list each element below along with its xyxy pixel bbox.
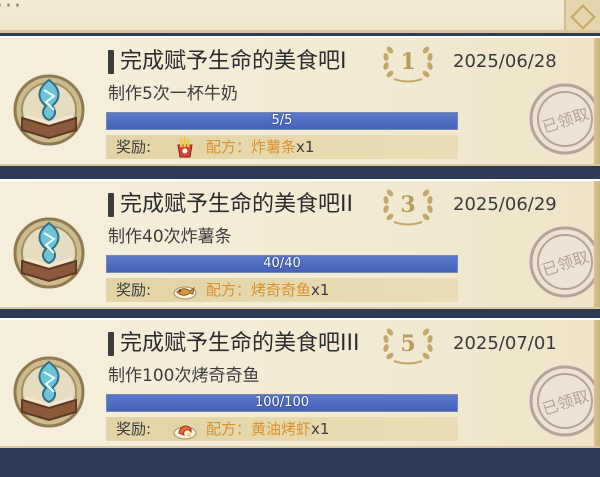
reward-item-name: 配方：黄油烤虾 xyxy=(206,420,312,438)
reward-item[interactable]: 配方：炸薯条x1 xyxy=(206,136,314,158)
reward-label: 奖励: xyxy=(116,420,152,438)
fries-recipe-icon[interactable] xyxy=(172,135,198,159)
mission-description: 制作100次烤奇奇鱼 xyxy=(108,366,260,386)
reward-count: x1 xyxy=(311,420,330,438)
more-icon: ··· xyxy=(0,0,23,19)
magic-book-emblem-icon xyxy=(13,356,85,428)
reward-count: x1 xyxy=(311,281,330,299)
progress-bar: 100/100 xyxy=(106,394,458,412)
card-corner-ornament xyxy=(564,0,600,30)
reward-count: x1 xyxy=(296,138,315,156)
mission-card-2[interactable]: 完成赋予生命的美食吧II 3 2025/06/29 制作40次炸薯条 40/40… xyxy=(0,179,600,309)
claimed-stamp: 已领取 xyxy=(529,83,600,155)
mission-description: 制作40次炸薯条 xyxy=(108,227,232,247)
reward-item[interactable]: 配方：黄油烤虾x1 xyxy=(206,418,329,440)
mission-title: 完成赋予生命的美食吧III xyxy=(120,331,360,356)
rank-number: 5 xyxy=(400,331,416,357)
completion-date: 2025/06/28 xyxy=(453,51,557,72)
progress-bar: 5/5 xyxy=(106,112,458,130)
reward-item-name: 配方：炸薯条 xyxy=(206,138,297,156)
reward-label: 奖励: xyxy=(116,138,152,156)
mission-description: 制作5次一杯牛奶 xyxy=(108,84,238,104)
mission-title: 完成赋予生命的美食吧I xyxy=(120,49,347,74)
claimed-stamp: 已领取 xyxy=(529,365,600,437)
mission-card-3[interactable]: 完成赋予生命的美食吧III 5 2025/07/01 制作100次烤奇奇鱼 10… xyxy=(0,318,600,448)
reward-label: 奖励: xyxy=(116,281,152,299)
reward-row: 奖励: 配方：黄油烤虾x1 xyxy=(106,417,458,441)
rank-number: 3 xyxy=(400,192,416,218)
title-marker xyxy=(108,332,114,356)
progress-text: 100/100 xyxy=(254,395,309,410)
previous-mission-card-edge: ··· xyxy=(0,0,600,33)
butter-shrimp-recipe-icon[interactable] xyxy=(172,417,198,441)
progress-text: 5/5 xyxy=(271,113,293,128)
magic-book-emblem-icon xyxy=(13,74,85,146)
mission-title: 完成赋予生命的美食吧II xyxy=(120,192,353,217)
progress-text: 40/40 xyxy=(263,256,301,271)
completion-date: 2025/07/01 xyxy=(453,333,557,354)
reward-row: 奖励: 配方：烤奇奇鱼x1 xyxy=(106,278,458,302)
claimed-stamp: 已领取 xyxy=(529,226,600,298)
title-marker xyxy=(108,193,114,217)
mission-card-1[interactable]: 完成赋予生命的美食吧I 1 2025/06/28 制作5次一杯牛奶 5/5 奖励… xyxy=(0,36,600,166)
reward-item-name: 配方：烤奇奇鱼 xyxy=(206,281,312,299)
progress-bar: 40/40 xyxy=(106,255,458,273)
completion-date: 2025/06/29 xyxy=(453,194,557,215)
reward-item[interactable]: 配方：烤奇奇鱼x1 xyxy=(206,279,329,301)
rank-number: 1 xyxy=(400,49,416,75)
reward-row: 奖励: 配方：炸薯条x1 xyxy=(106,135,458,159)
magic-book-emblem-icon xyxy=(13,217,85,289)
panel-bottom-edge xyxy=(0,462,600,477)
grilled-fish-recipe-icon[interactable] xyxy=(172,278,198,302)
title-marker xyxy=(108,50,114,74)
